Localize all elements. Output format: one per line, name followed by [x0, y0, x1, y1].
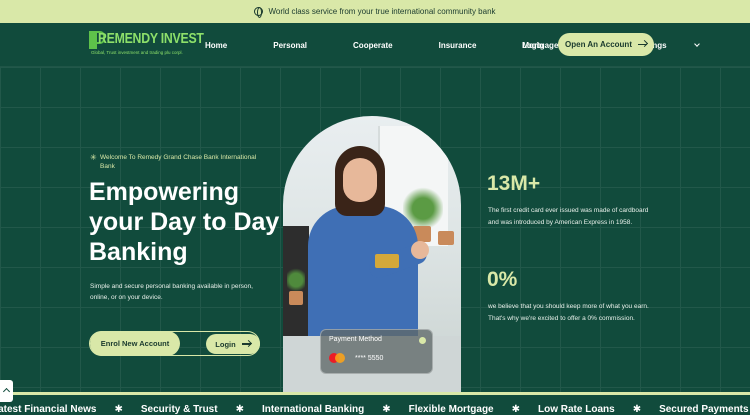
photo-credit-card — [375, 254, 399, 268]
asterisk-icon: ✱ — [511, 404, 520, 415]
hero-login-label: Login — [215, 339, 236, 349]
brand-name: REMENDY INVEST — [98, 30, 204, 47]
card-number: **** 5550 — [355, 355, 384, 362]
asterisk-icon: ✱ — [235, 404, 244, 415]
announcement-text: World class service from your true inter… — [268, 7, 496, 16]
asterisk-icon: ✱ — [632, 404, 642, 415]
chevron-down-icon — [693, 41, 700, 47]
open-account-button[interactable]: Open An Account — [558, 33, 654, 56]
stat-value: 0% — [487, 268, 518, 291]
photo-person-face — [343, 158, 377, 202]
brand-logo[interactable]: REMENDY INVEST Global, Trust investment … — [89, 29, 204, 59]
nav-item-home[interactable]: Home — [205, 41, 250, 50]
payment-method-title: Payment Method — [329, 336, 382, 343]
nav-item-insurance[interactable]: Insurance — [439, 41, 500, 50]
hero-welcome-text: Welcome To Remedy Grand Chase Bank Inter… — [100, 154, 257, 170]
nav-item-label: Personal — [273, 40, 308, 50]
scroll-to-top-button[interactable] — [0, 380, 13, 402]
brand-tagline: Global, Trust investment and trading plu… — [91, 50, 183, 55]
hero-title: Empowering your Day to Day Banking — [89, 178, 280, 266]
announcement-bar: World class service from your true inter… — [0, 0, 750, 23]
stat-value: 13M+ — [487, 172, 541, 195]
ticker-item: Flexible Mortgage — [408, 404, 494, 415]
hero-button-group: Enrol New Account Login — [89, 331, 260, 356]
arrow-right-icon — [241, 343, 251, 345]
photo-pot — [438, 231, 454, 245]
arrow-right-icon — [637, 43, 647, 46]
ticker-item: Low Rate Loans — [538, 404, 615, 415]
asterisk-icon: ✱ — [382, 404, 391, 415]
globe-icon — [254, 7, 264, 18]
nav-login-link[interactable]: Login — [522, 23, 544, 67]
payment-method-card: Payment Method **** 5550 — [320, 329, 433, 374]
ticker-item: Secured Payments — [659, 404, 749, 415]
photo-plant — [287, 266, 305, 294]
mastercard-icon — [329, 353, 345, 363]
nav-item-label: Insurance — [438, 40, 477, 50]
stat-text: we believe that you should keep more of … — [488, 303, 649, 322]
logo-mark-icon — [89, 31, 105, 49]
status-dot-icon — [419, 337, 426, 344]
hero-welcome: ✳ Welcome To Remedy Grand Chase Bank Int… — [90, 153, 270, 171]
main-navigation: REMENDY INVEST Global, Trust investment … — [0, 23, 750, 67]
stat-text: The first credit card ever issued was ma… — [488, 207, 649, 226]
nav-item-label: Cooperate — [353, 40, 393, 50]
hero-subtitle: Simple and secure personal banking avail… — [90, 283, 253, 301]
asterisk-icon: ✱ — [114, 404, 123, 415]
photo-pot — [289, 291, 303, 305]
nav-item-cooperate[interactable]: Cooperate — [353, 41, 416, 50]
sparkle-icon: ✳ — [90, 153, 97, 162]
nav-item-label: Home — [205, 40, 228, 50]
photo-person-body — [308, 206, 418, 346]
nav-item-personal[interactable]: Personal — [273, 41, 330, 50]
news-ticker: Latest Financial News ✱ Security & Trust ✱… — [0, 392, 750, 415]
ticker-item: Security & Trust — [140, 404, 218, 415]
hero-login-button[interactable]: Login — [206, 334, 260, 354]
ticker-item: Latest Financial News — [0, 404, 97, 415]
ticker-item: International Banking — [261, 404, 365, 415]
photo-person-hand — [411, 241, 429, 259]
enrol-account-button[interactable]: Enrol New Account — [90, 331, 180, 356]
open-account-label: Open An Account — [565, 40, 632, 49]
